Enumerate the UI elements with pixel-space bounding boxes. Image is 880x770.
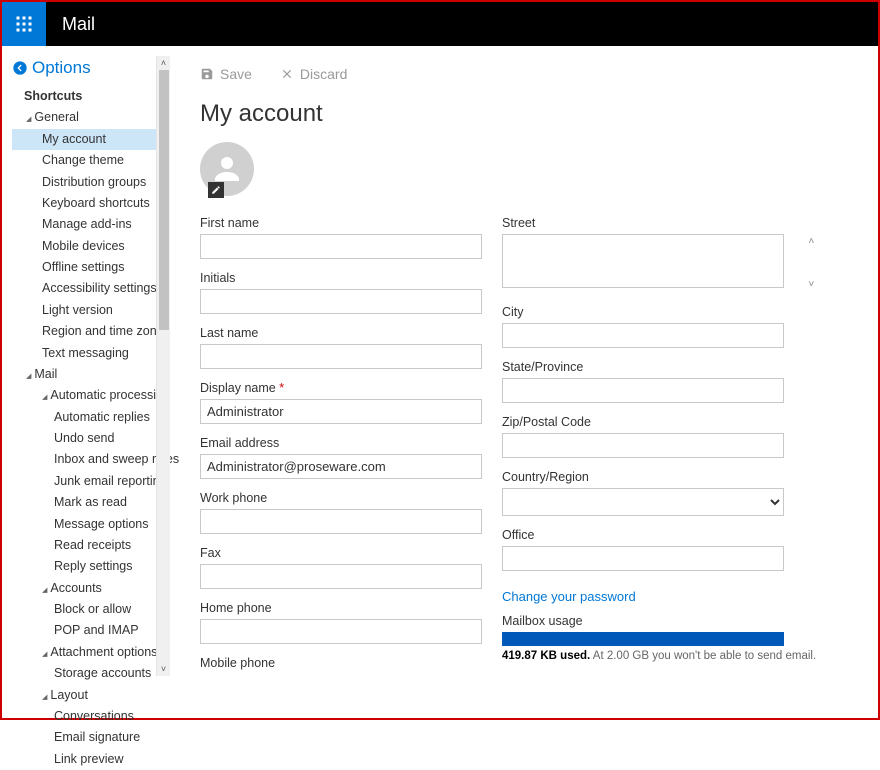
nav-distribution-groups[interactable]: Distribution groups [12, 172, 170, 193]
nav-message-options[interactable]: Message options [12, 514, 170, 535]
save-icon [200, 67, 214, 81]
initials-label: Initials [200, 271, 482, 285]
street-input[interactable] [502, 234, 784, 288]
back-arrow-icon [12, 60, 28, 76]
nav-junk-email[interactable]: Junk email reporting [12, 471, 170, 492]
nav-read-receipts[interactable]: Read receipts [12, 535, 170, 556]
email-input[interactable] [200, 454, 482, 479]
nav-conversations[interactable]: Conversations [12, 706, 170, 727]
zip-input[interactable] [502, 433, 784, 458]
home-phone-input[interactable] [200, 619, 482, 644]
nav-undo-send[interactable]: Undo send [12, 428, 170, 449]
nav-keyboard-shortcuts[interactable]: Keyboard shortcuts [12, 193, 170, 214]
nav-layout[interactable]: Layout [12, 685, 170, 706]
country-select[interactable] [502, 488, 784, 516]
app-launcher-button[interactable] [2, 2, 46, 46]
last-name-label: Last name [200, 326, 482, 340]
nav-shortcuts[interactable]: Shortcuts [12, 86, 170, 107]
email-label: Email address [200, 436, 482, 450]
nav-mark-as-read[interactable]: Mark as read [12, 492, 170, 513]
nav-automatic-processing[interactable]: Automatic processing [12, 385, 170, 406]
nav-storage-accounts[interactable]: Storage accounts [12, 663, 170, 684]
state-label: State/Province [502, 360, 816, 374]
display-name-input[interactable] [200, 399, 482, 424]
sidebar-scrollbar[interactable]: ˄ ˅ [156, 56, 170, 676]
pencil-icon [211, 185, 221, 195]
scroll-thumb[interactable] [159, 70, 169, 330]
nav-change-theme[interactable]: Change theme [12, 150, 170, 171]
nav-email-signature[interactable]: Email signature [12, 727, 170, 748]
nav-light-version[interactable]: Light version [12, 300, 170, 321]
scroll-up-icon[interactable]: ˄ [157, 56, 170, 70]
country-label: Country/Region [502, 470, 816, 484]
top-bar: Mail [2, 2, 878, 46]
office-input[interactable] [502, 546, 784, 571]
nav-general[interactable]: General [12, 107, 170, 128]
home-phone-label: Home phone [200, 601, 482, 615]
mailbox-usage-label: Mailbox usage [502, 614, 816, 628]
nav-manage-addins[interactable]: Manage add-ins [12, 214, 170, 235]
nav-region-timezone[interactable]: Region and time zone [12, 321, 170, 342]
nav-accessibility[interactable]: Accessibility settings [12, 278, 170, 299]
display-name-label: Display name * [200, 381, 482, 395]
office-label: Office [502, 528, 816, 542]
zip-label: Zip/Postal Code [502, 415, 816, 429]
city-input[interactable] [502, 323, 784, 348]
sidebar: Options Shortcuts General My account Cha… [2, 46, 170, 718]
mailbox-usage-text: 419.87 KB used. At 2.00 GB you won't be … [502, 650, 816, 662]
discard-icon [280, 67, 294, 81]
fax-input[interactable] [200, 564, 482, 589]
avatar[interactable] [200, 142, 254, 196]
nav-my-account[interactable]: My account [12, 129, 170, 150]
discard-button[interactable]: Discard [280, 66, 347, 82]
mobile-phone-label: Mobile phone [200, 656, 482, 670]
mailbox-usage-bar [502, 632, 784, 646]
street-label: Street [502, 216, 816, 230]
nav-automatic-replies[interactable]: Automatic replies [12, 407, 170, 428]
discard-label: Discard [300, 66, 347, 82]
app-title: Mail [62, 14, 95, 35]
nav-offline-settings[interactable]: Offline settings [12, 257, 170, 278]
work-phone-input[interactable] [200, 509, 482, 534]
nav-text-messaging[interactable]: Text messaging [12, 343, 170, 364]
change-password-link[interactable]: Change your password [502, 589, 816, 604]
options-back-button[interactable]: Options [12, 58, 170, 78]
options-heading: Options [32, 58, 91, 78]
waffle-icon [15, 15, 33, 33]
city-label: City [502, 305, 816, 319]
fax-label: Fax [200, 546, 482, 560]
state-input[interactable] [502, 378, 784, 403]
nav-block-allow[interactable]: Block or allow [12, 599, 170, 620]
nav-pop-imap[interactable]: POP and IMAP [12, 620, 170, 641]
page-title: My account [200, 100, 854, 128]
nav-attachment-options[interactable]: Attachment options [12, 642, 170, 663]
work-phone-label: Work phone [200, 491, 482, 505]
textarea-scroll-icons: ˄˅ [808, 236, 814, 290]
nav-accounts[interactable]: Accounts [12, 578, 170, 599]
initials-input[interactable] [200, 289, 482, 314]
scroll-down-icon[interactable]: ˅ [157, 662, 170, 676]
save-button[interactable]: Save [200, 66, 252, 82]
nav-inbox-sweep[interactable]: Inbox and sweep rules [12, 449, 170, 470]
first-name-label: First name [200, 216, 482, 230]
nav-reply-settings[interactable]: Reply settings [12, 556, 170, 577]
nav-mobile-devices[interactable]: Mobile devices [12, 236, 170, 257]
nav-mail[interactable]: Mail [12, 364, 170, 385]
toolbar: Save Discard [200, 66, 854, 82]
first-name-input[interactable] [200, 234, 482, 259]
edit-avatar-button[interactable] [208, 182, 224, 198]
last-name-input[interactable] [200, 344, 482, 369]
main-panel: Save Discard My account First name Initi… [170, 46, 878, 718]
nav-link-preview[interactable]: Link preview [12, 749, 170, 770]
save-label: Save [220, 66, 252, 82]
